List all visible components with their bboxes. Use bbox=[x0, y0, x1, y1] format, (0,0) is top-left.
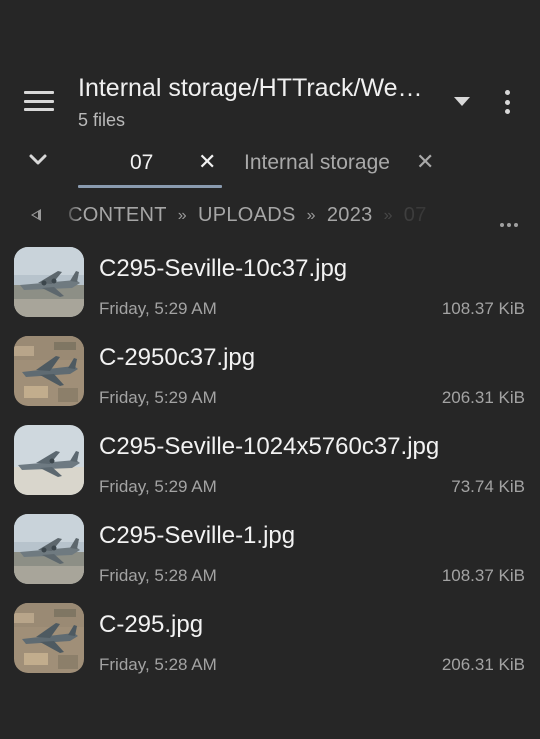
file-name: C295-Seville-1.jpg bbox=[99, 522, 296, 549]
list-item[interactable]: C-2950c37.jpg Friday, 5:29 AM 206.31 KiB bbox=[0, 327, 540, 416]
thumbnail-image bbox=[14, 514, 84, 584]
tab-07[interactable]: 07 ✕ bbox=[78, 147, 222, 187]
more-horizontal-icon[interactable] bbox=[500, 214, 524, 227]
more-vertical-icon[interactable] bbox=[500, 90, 514, 116]
file-date: Friday, 5:29 AM bbox=[99, 388, 217, 407]
file-date: Friday, 5:29 AM bbox=[99, 477, 217, 496]
list-item[interactable]: C-295.jpg Friday, 5:28 AM 206.31 KiB bbox=[0, 594, 540, 683]
file-count: 5 files bbox=[78, 110, 126, 130]
file-size: 108.37 KiB bbox=[441, 566, 525, 585]
file-date: Friday, 5:28 AM bbox=[99, 566, 217, 585]
file-name: C-2950c37.jpg bbox=[99, 344, 256, 371]
file-size: 73.74 KiB bbox=[451, 477, 525, 496]
breadcrumb-separator: » bbox=[306, 207, 316, 224]
back-triangle-icon[interactable] bbox=[31, 209, 41, 221]
thumbnail-image bbox=[14, 247, 84, 317]
thumbnail-image bbox=[14, 603, 84, 673]
tab-close-icon[interactable]: ✕ bbox=[198, 149, 216, 175]
breadcrumb-fade-left bbox=[62, 198, 80, 234]
list-item[interactable]: C295-Seville-1024x5760c37.jpg Friday, 5:… bbox=[0, 416, 540, 505]
file-name: C295-Seville-1024x5760c37.jpg bbox=[99, 433, 440, 460]
breadcrumb: CONTENT»UPLOADS»2023»07 bbox=[0, 198, 540, 234]
list-item[interactable]: C295-Seville-1.jpg Friday, 5:28 AM 108.3… bbox=[0, 505, 540, 594]
thumbnail-image bbox=[14, 336, 84, 406]
file-name: C295-Seville-10c37.jpg bbox=[99, 255, 348, 282]
breadcrumb-separator: » bbox=[177, 207, 187, 224]
breadcrumb-item-content[interactable]: CONTENT bbox=[68, 204, 167, 227]
tab-internal-storage[interactable]: Internal storage ✕ bbox=[244, 147, 444, 187]
file-date: Friday, 5:29 AM bbox=[99, 299, 217, 318]
list-item[interactable]: C295-Seville-10c37.jpg Friday, 5:29 AM 1… bbox=[0, 238, 540, 327]
tab-close-icon[interactable]: ✕ bbox=[416, 149, 434, 175]
file-size: 206.31 KiB bbox=[441, 655, 525, 674]
tab-label: Internal storage bbox=[244, 151, 390, 174]
file-size: 108.37 KiB bbox=[441, 299, 525, 318]
menu-icon[interactable] bbox=[24, 91, 54, 113]
file-size: 206.31 KiB bbox=[441, 388, 525, 407]
tab-label: 07 bbox=[130, 151, 154, 174]
file-name: C-295.jpg bbox=[99, 611, 204, 638]
breadcrumb-fade-right bbox=[380, 198, 480, 234]
dropdown-arrow-icon[interactable] bbox=[454, 97, 470, 106]
file-date: Friday, 5:28 AM bbox=[99, 655, 217, 674]
page-title[interactable]: Internal storage/HTTrack/We… bbox=[78, 74, 450, 103]
breadcrumb-item-2023[interactable]: 2023 bbox=[327, 204, 373, 227]
breadcrumb-item-uploads[interactable]: UPLOADS bbox=[198, 204, 296, 227]
thumbnail-image bbox=[14, 425, 84, 495]
chevron-down-icon[interactable] bbox=[28, 153, 48, 167]
app-header: Internal storage/HTTrack/We… 5 files bbox=[0, 0, 540, 140]
active-tab-indicator bbox=[78, 185, 222, 188]
